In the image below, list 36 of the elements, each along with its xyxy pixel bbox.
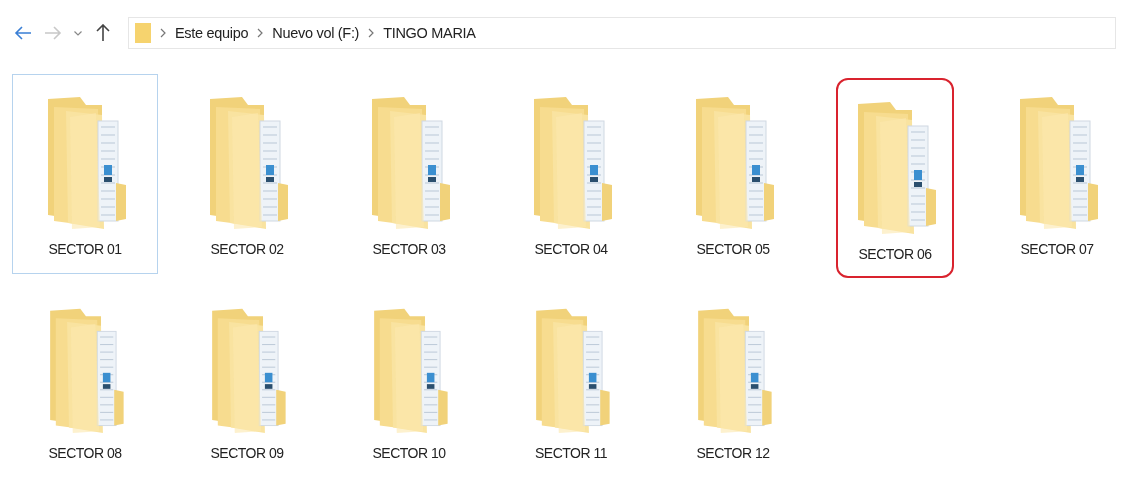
folder-item[interactable]: SECTOR 05 bbox=[660, 74, 806, 274]
folder-item[interactable]: SECTOR 09 bbox=[174, 286, 320, 462]
folder-name: SECTOR 09 bbox=[210, 445, 284, 461]
chevron-icon bbox=[367, 28, 376, 38]
circled-folder-item[interactable]: SECTOR 06 bbox=[836, 78, 954, 278]
chevron-down-icon bbox=[74, 30, 82, 36]
forward-arrow-icon bbox=[44, 26, 62, 40]
folder-item[interactable]: SECTOR 04 bbox=[498, 74, 644, 274]
up-arrow-icon bbox=[96, 24, 110, 42]
folder-item[interactable]: SECTOR 07 bbox=[984, 74, 1126, 274]
folder-item[interactable]: SECTOR 08 bbox=[12, 286, 158, 462]
folder-name: SECTOR 11 bbox=[535, 445, 607, 461]
chevron-icon bbox=[159, 28, 167, 38]
back-arrow-icon bbox=[14, 26, 32, 40]
folder-item[interactable]: SECTOR 11 bbox=[498, 286, 644, 462]
folder-icon bbox=[135, 23, 151, 43]
address-bar[interactable]: Este equipo Nuevo vol (F:) TINGO MARIA bbox=[128, 17, 1116, 49]
folder-name: SECTOR 12 bbox=[696, 445, 770, 461]
folder-item[interactable]: SECTOR 02 bbox=[174, 74, 320, 274]
folder-name: SECTOR 01 bbox=[48, 241, 122, 257]
folder-item[interactable]: SECTOR 03 bbox=[336, 74, 482, 274]
folder-item[interactable]: SECTOR 10 bbox=[336, 286, 482, 462]
folder-name: SECTOR 02 bbox=[210, 241, 284, 257]
folder-name: SECTOR 03 bbox=[372, 241, 446, 257]
folder-item[interactable]: SECTOR 12 bbox=[660, 286, 806, 462]
breadcrumb[interactable]: TINGO MARIA bbox=[383, 25, 476, 41]
folder-name: SECTOR 05 bbox=[696, 241, 770, 257]
breadcrumb[interactable]: Este equipo bbox=[175, 25, 249, 41]
folder-name: SECTOR 06 bbox=[858, 246, 932, 262]
folder-item[interactable]: SECTOR 01 bbox=[12, 74, 158, 274]
breadcrumb[interactable]: Nuevo vol (F:) bbox=[272, 25, 360, 41]
folder-name: SECTOR 08 bbox=[48, 445, 122, 461]
chevron-icon bbox=[256, 28, 265, 38]
folder-name: SECTOR 10 bbox=[372, 445, 446, 461]
folder-name: SECTOR 04 bbox=[534, 241, 608, 257]
folder-name: SECTOR 07 bbox=[1020, 241, 1094, 257]
